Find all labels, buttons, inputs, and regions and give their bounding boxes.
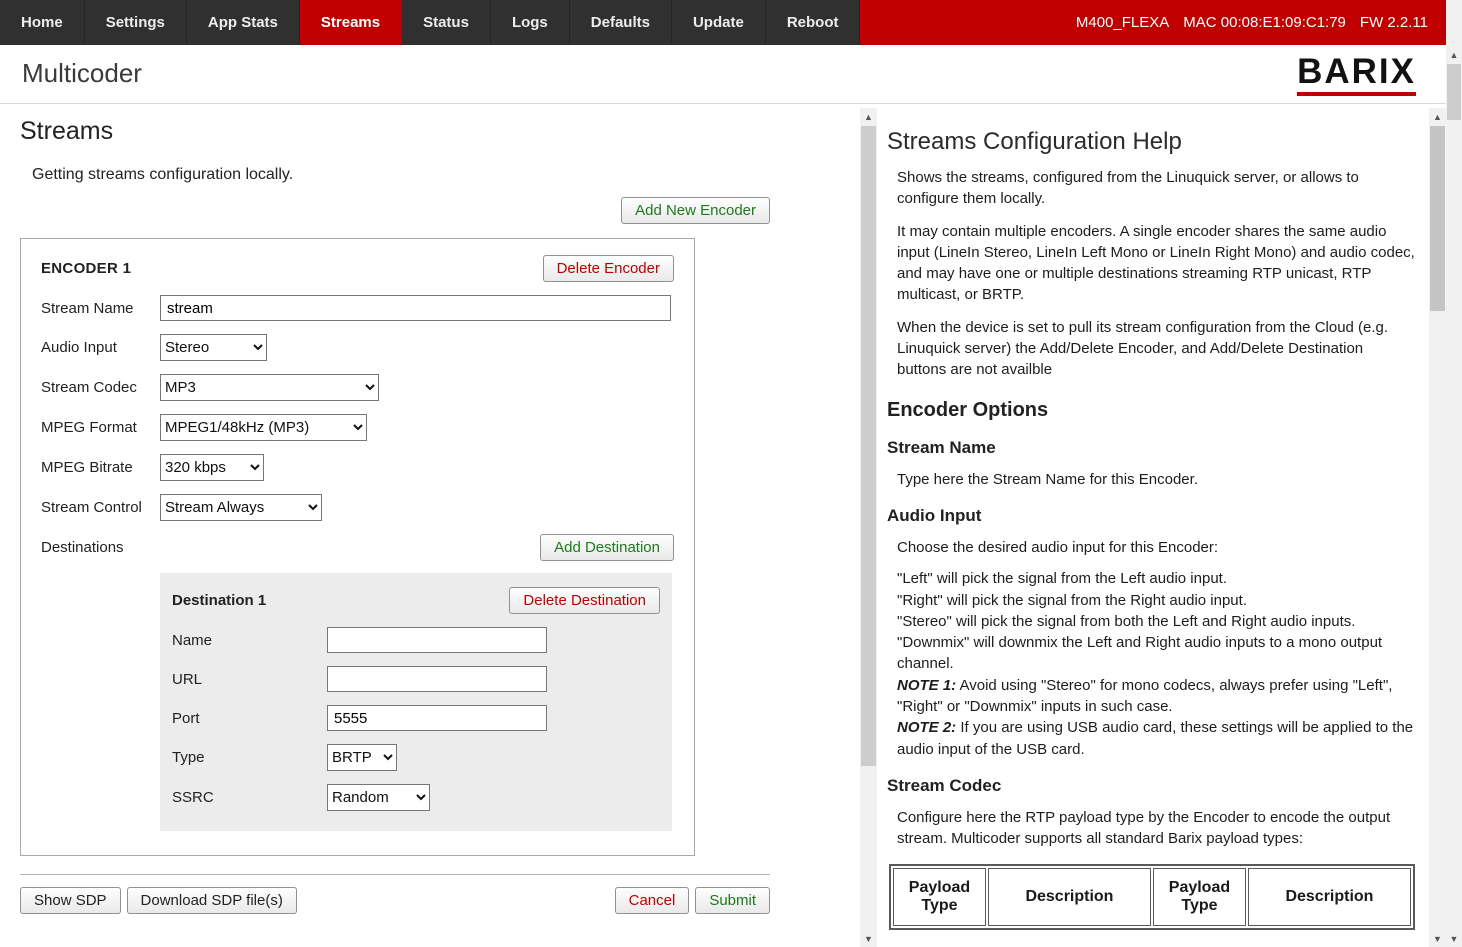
- tab-settings[interactable]: Settings: [85, 0, 187, 45]
- destination-port-input[interactable]: [327, 705, 547, 731]
- stream-name-input[interactable]: [160, 295, 671, 321]
- show-sdp-button[interactable]: Show SDP: [20, 887, 121, 914]
- stream-control-label: Stream Control: [41, 499, 160, 516]
- mpeg-bitrate-label: MPEG Bitrate: [41, 459, 160, 476]
- help-audio-line-right: "Right" will pick the signal from the Ri…: [897, 590, 1415, 611]
- tab-defaults[interactable]: Defaults: [570, 0, 672, 45]
- destination-name-input[interactable]: [327, 627, 547, 653]
- help-stream-codec-text: Configure here the RTP payload type by t…: [897, 807, 1415, 850]
- barix-logo: BARIX: [1297, 54, 1416, 96]
- destination-url-input[interactable]: [327, 666, 547, 692]
- help-panel: Streams Configuration Help Shows the str…: [877, 104, 1429, 947]
- app-header: Multicoder BARIX: [0, 45, 1446, 104]
- note-2-text: If you are using USB audio card, these s…: [897, 719, 1413, 757]
- destinations-label: Destinations: [41, 539, 160, 556]
- tab-app-stats[interactable]: App Stats: [187, 0, 300, 45]
- help-note-1: NOTE 1: Avoid using "Stereo" for mono co…: [897, 675, 1415, 718]
- scroll-up-icon[interactable]: ▲: [1429, 108, 1446, 125]
- device-name: M400_FLEXA: [1076, 14, 1169, 31]
- stream-codec-label: Stream Codec: [41, 379, 160, 396]
- help-note-2: NOTE 2: If you are using USB audio card,…: [897, 717, 1415, 760]
- device-firmware: FW 2.2.11: [1360, 14, 1428, 31]
- tab-streams[interactable]: Streams: [300, 0, 402, 45]
- barix-logo-text: BARIX: [1297, 54, 1416, 89]
- destination-title: Destination 1: [172, 592, 266, 609]
- destination-port-label: Port: [172, 710, 327, 727]
- cancel-button[interactable]: Cancel: [615, 887, 690, 914]
- scroll-up-icon[interactable]: ▲: [860, 108, 877, 125]
- destination-1-panel: Destination 1 Delete Destination Name UR…: [160, 573, 672, 831]
- payload-type-header-1: Payload Type: [893, 868, 986, 926]
- submit-button[interactable]: Submit: [695, 887, 770, 914]
- help-title: Streams Configuration Help: [887, 128, 1415, 156]
- tab-update[interactable]: Update: [672, 0, 766, 45]
- stream-codec-select[interactable]: MP3: [160, 374, 379, 401]
- stream-control-select[interactable]: Stream Always: [160, 494, 322, 521]
- destination-ssrc-label: SSRC: [172, 789, 327, 806]
- table-header-row: Payload Type Description Payload Type De…: [893, 868, 1411, 926]
- help-panel-scrollbar[interactable]: ▲ ▼: [1429, 108, 1446, 947]
- delete-destination-button[interactable]: Delete Destination: [509, 587, 660, 614]
- window-scrollbar[interactable]: ▲ ▼: [1446, 0, 1462, 947]
- help-audio-input-intro: Choose the desired audio input for this …: [897, 537, 1415, 558]
- streams-heading: Streams: [20, 117, 860, 146]
- stream-name-label: Stream Name: [41, 300, 160, 317]
- main-area: Streams Getting streams configuration lo…: [0, 104, 1446, 947]
- destination-url-label: URL: [172, 671, 327, 688]
- device-mac: MAC 00:08:E1:09:C1:79: [1183, 14, 1346, 31]
- download-sdp-button[interactable]: Download SDP file(s): [127, 887, 297, 914]
- scroll-down-icon[interactable]: ▼: [1429, 930, 1446, 947]
- help-intro-paragraph-3: When the device is set to pull its strea…: [897, 317, 1415, 381]
- help-audio-line-left: "Left" will pick the signal from the Lef…: [897, 568, 1415, 589]
- help-intro-paragraph-1: Shows the streams, configured from the L…: [897, 167, 1415, 210]
- description-header-2: Description: [1248, 868, 1411, 926]
- device-info-bar: M400_FLEXA MAC 00:08:E1:09:C1:79 FW 2.2.…: [860, 0, 1446, 45]
- tab-reboot[interactable]: Reboot: [766, 0, 861, 45]
- scroll-up-icon[interactable]: ▲: [1446, 46, 1462, 63]
- scroll-down-icon[interactable]: ▼: [860, 930, 877, 947]
- page-title: Multicoder: [22, 58, 142, 89]
- footer-divider: [20, 874, 770, 875]
- top-nav: Home Settings App Stats Streams Status L…: [0, 0, 1446, 45]
- streams-subtitle: Getting streams configuration locally.: [32, 166, 860, 184]
- help-stream-name-heading: Stream Name: [887, 438, 1415, 458]
- note-1-text: Avoid using "Stereo" for mono codecs, al…: [897, 677, 1392, 715]
- streams-panel: Streams Getting streams configuration lo…: [0, 104, 860, 947]
- payload-type-header-2: Payload Type: [1153, 868, 1246, 926]
- encoder-options-heading: Encoder Options: [887, 399, 1415, 422]
- destination-type-label: Type: [172, 749, 327, 766]
- help-intro-paragraph-2: It may contain multiple encoders. A sing…: [897, 221, 1415, 306]
- encoder-title: ENCODER 1: [41, 260, 131, 277]
- destination-type-select[interactable]: BRTP: [327, 744, 397, 771]
- destination-name-label: Name: [172, 632, 327, 649]
- add-new-encoder-button[interactable]: Add New Encoder: [621, 197, 770, 224]
- payload-types-table: Payload Type Description Payload Type De…: [889, 864, 1415, 930]
- delete-encoder-button[interactable]: Delete Encoder: [543, 255, 674, 282]
- streams-panel-scrollbar[interactable]: ▲ ▼: [860, 108, 877, 947]
- scrollbar-thumb[interactable]: [861, 126, 876, 766]
- mpeg-format-label: MPEG Format: [41, 419, 160, 436]
- help-stream-name-text: Type here the Stream Name for this Encod…: [897, 469, 1415, 490]
- mpeg-bitrate-select[interactable]: 320 kbps: [160, 454, 264, 481]
- mpeg-format-select[interactable]: MPEG1/48kHz (MP3): [160, 414, 367, 441]
- scroll-down-icon[interactable]: ▼: [1446, 930, 1462, 947]
- scrollbar-thumb[interactable]: [1447, 64, 1461, 120]
- help-audio-input-heading: Audio Input: [887, 506, 1415, 526]
- help-audio-line-downmix: "Downmix" will downmix the Left and Righ…: [897, 632, 1415, 675]
- scrollbar-thumb[interactable]: [1430, 126, 1445, 311]
- description-header-1: Description: [988, 868, 1151, 926]
- help-audio-line-stereo: "Stereo" will pick the signal from both …: [897, 611, 1415, 632]
- tab-home[interactable]: Home: [0, 0, 85, 45]
- add-destination-button[interactable]: Add Destination: [540, 534, 674, 561]
- logo-underline: [1297, 92, 1416, 96]
- destination-ssrc-select[interactable]: Random: [327, 784, 430, 811]
- encoder-1-panel: ENCODER 1 Delete Encoder Stream Name Aud…: [20, 238, 695, 856]
- tab-status[interactable]: Status: [402, 0, 491, 45]
- tab-logs[interactable]: Logs: [491, 0, 570, 45]
- note-2-label: NOTE 2:: [897, 719, 956, 736]
- note-1-label: NOTE 1:: [897, 677, 956, 694]
- audio-input-label: Audio Input: [41, 339, 160, 356]
- audio-input-select[interactable]: Stereo: [160, 334, 267, 361]
- help-stream-codec-heading: Stream Codec: [887, 776, 1415, 796]
